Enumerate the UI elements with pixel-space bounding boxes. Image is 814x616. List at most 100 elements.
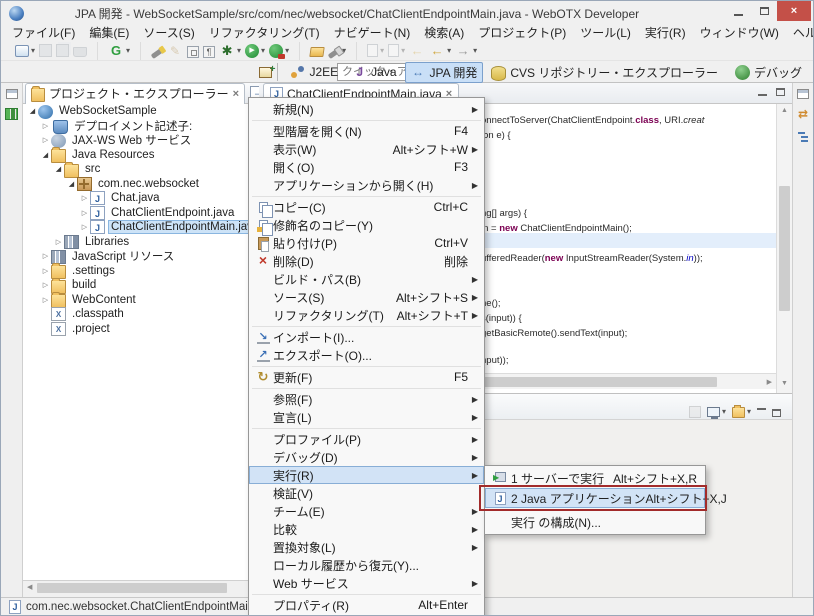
open-perspective-icon[interactable] xyxy=(259,67,272,78)
tree-expander-icon[interactable]: ◢ xyxy=(40,151,51,159)
debug-toolbar-icon[interactable]: ✱▾ xyxy=(219,43,241,59)
menu-item-貼り付けP[interactable]: 貼り付け(P)Ctrl+V xyxy=(249,234,484,252)
tree-item[interactable]: ▷WebContent xyxy=(23,293,258,308)
scroll-up-icon[interactable]: ▲ xyxy=(781,107,788,114)
dropdown-arrow-icon[interactable]: ▾ xyxy=(261,46,265,55)
tree-expander-icon[interactable]: ▷ xyxy=(40,136,51,144)
perspective-jpa-開発[interactable]: ↔JPA 開発 xyxy=(405,62,484,83)
menu-item-エクスポートO[interactable]: ↗エクスポート(O)... xyxy=(249,346,484,364)
dropdown-arrow-icon[interactable]: ▾ xyxy=(126,46,130,55)
coverage-icon[interactable]: ▾ xyxy=(269,43,289,58)
close-window-button[interactable]: × xyxy=(777,1,811,21)
scroll-left-icon[interactable]: ◀ xyxy=(27,583,32,591)
menu-item-比較[interactable]: 比較▶ xyxy=(249,520,484,538)
menu-item-リファクタリングT[interactable]: リファクタリング(T)Alt+シフト+T▶ xyxy=(249,306,484,324)
menubar-item[interactable]: ヘルプ(H) xyxy=(786,25,814,41)
submenu-item-1サーバーで実行[interactable]: 1 サーバーで実行Alt+シフト+X,R xyxy=(485,468,705,488)
menu-item-コピーC[interactable]: コピー(C)Ctrl+C xyxy=(249,198,484,216)
close-icon[interactable]: × xyxy=(233,88,239,100)
new-wizard-icon[interactable]: ▾ xyxy=(15,45,35,57)
open-resource-icon[interactable] xyxy=(310,44,324,57)
tree-item[interactable]: ▷build xyxy=(23,278,258,293)
menubar-item[interactable]: ファイル(F) xyxy=(5,25,82,41)
tree-item[interactable]: X.classpath xyxy=(23,307,258,322)
menu-item-参照F[interactable]: 参照(F)▶ xyxy=(249,390,484,408)
open-console-icon[interactable]: ▾ xyxy=(732,406,751,418)
scrollbar-thumb[interactable] xyxy=(481,377,717,387)
dropdown-arrow-icon[interactable]: ▾ xyxy=(401,46,405,55)
tree-item[interactable]: ▷JChatClientEndpointMain.java xyxy=(23,220,258,235)
menu-item-ソースS[interactable]: ソース(S)Alt+シフト+S▶ xyxy=(249,288,484,306)
tree-expander-icon[interactable]: ◢ xyxy=(27,107,38,115)
tree-expander-icon[interactable]: ▷ xyxy=(40,122,51,130)
scrollbar-thumb[interactable] xyxy=(779,186,790,311)
menu-item-開くO[interactable]: 開く(O)F3 xyxy=(249,158,484,176)
tree-item[interactable]: ◢com.nec.websocket xyxy=(23,177,258,192)
dropdown-arrow-icon[interactable]: ▾ xyxy=(473,46,477,55)
menubar-item[interactable]: 編集(E) xyxy=(82,25,136,41)
menubar-item[interactable]: ツール(L) xyxy=(573,25,638,41)
maximize-icon[interactable] xyxy=(772,406,781,417)
menu-item-Webサービス[interactable]: Web サービス▶ xyxy=(249,574,484,592)
tree-item[interactable]: ▷JChat.java xyxy=(23,191,258,206)
scroll-down-icon[interactable]: ▼ xyxy=(781,380,788,387)
menu-item-更新F[interactable]: ↻更新(F)F5 xyxy=(249,368,484,386)
tree-expander-icon[interactable]: ▷ xyxy=(40,252,51,260)
maximize-window-button[interactable] xyxy=(751,1,777,21)
tree-expander-icon[interactable]: ◢ xyxy=(66,180,77,188)
submenu-item-2Javaアプリケーション[interactable]: J2 Java アプリケーションAlt+シフト+X,J xyxy=(485,488,705,508)
webotx-deploy-icon[interactable]: G▾ xyxy=(108,43,130,59)
restore-pane-icon[interactable] xyxy=(6,86,18,100)
menu-item-宣言L[interactable]: 宣言(L)▶ xyxy=(249,408,484,426)
dropdown-arrow-icon[interactable]: ▾ xyxy=(285,46,289,55)
tree-item[interactable]: ▷JavaScript リソース xyxy=(23,249,258,264)
maximize-icon[interactable] xyxy=(774,86,786,98)
menu-item-置換対象L[interactable]: 置換対象(L)▶ xyxy=(249,538,484,556)
menu-item-ローカル履歴から復元Y[interactable]: ローカル履歴から復元(Y)... xyxy=(249,556,484,574)
tree-item[interactable]: ▷JChatClientEndpoint.java xyxy=(23,206,258,221)
menu-item-実行R[interactable]: 実行(R)▶ xyxy=(249,466,484,484)
project-explorer-hscrollbar[interactable]: ◀ xyxy=(23,580,259,594)
show-whitespace-icon[interactable]: ¶ xyxy=(203,44,215,58)
tree-item[interactable]: ▷JAX-WS Web サービス xyxy=(23,133,258,148)
menu-item-プロファイルP[interactable]: プロファイル(P)▶ xyxy=(249,430,484,448)
menu-item-新規N[interactable]: 新規(N)▶ xyxy=(249,100,484,118)
dropdown-arrow-icon[interactable]: ▾ xyxy=(722,407,726,416)
menu-item-アプリケーションから開くH[interactable]: アプリケーションから開く(H)▶ xyxy=(249,176,484,194)
tree-expander-icon[interactable]: ▷ xyxy=(79,209,90,217)
menubar-item[interactable]: ナビゲート(N) xyxy=(327,25,418,41)
perspective-java[interactable]: JJava xyxy=(346,63,402,82)
flashlight-icon[interactable] xyxy=(151,45,163,56)
perspective-j2ee[interactable]: J2EE xyxy=(284,63,344,82)
scroll-right-icon[interactable]: ▶ xyxy=(767,378,772,386)
menubar-item[interactable]: 検索(A) xyxy=(417,25,471,41)
menu-item-インポートI[interactable]: ↘インポート(I)... xyxy=(249,328,484,346)
run-toolbar-icon[interactable]: ▶▾ xyxy=(245,43,265,58)
editor-vscrollbar[interactable]: ▲ ▼ xyxy=(776,104,792,393)
tree-expander-icon[interactable]: ▷ xyxy=(40,267,51,275)
menu-item-ビルド・パスB[interactable]: ビルド・パス(B)▶ xyxy=(249,270,484,288)
perspective-cvs-リポジトリー・エクスプローラー[interactable]: CVS リポジトリー・エクスプローラー xyxy=(485,62,724,83)
menu-item-プロパティR[interactable]: プロパティ(R)Alt+Enter xyxy=(249,596,484,614)
minimize-icon[interactable] xyxy=(756,86,768,98)
tree-expander-icon[interactable]: ◢ xyxy=(53,165,64,173)
menu-item-型階層を開くN[interactable]: 型階層を開く(N)F4 xyxy=(249,122,484,140)
sync-view-icon[interactable]: ⇄ xyxy=(795,106,811,122)
menu-item-検証V[interactable]: 検証(V) xyxy=(249,484,484,502)
back-icon[interactable]: ←▾ xyxy=(429,43,451,59)
tree-item[interactable]: ▷.settings xyxy=(23,264,258,279)
tree-expander-icon[interactable]: ▷ xyxy=(79,223,90,231)
outline-view-icon[interactable] xyxy=(797,128,809,142)
scrollbar-thumb[interactable] xyxy=(37,583,227,593)
tree-expander-icon[interactable]: ▷ xyxy=(53,238,64,246)
menu-item-チームE[interactable]: チーム(E)▶ xyxy=(249,502,484,520)
restore-pane-icon[interactable] xyxy=(797,86,809,100)
menubar-item[interactable]: ウィンドウ(W) xyxy=(693,25,786,41)
tab-project-explorer[interactable]: プロジェクト・エクスプローラー × xyxy=(25,83,245,104)
minimize-window-button[interactable] xyxy=(725,1,751,21)
tree-expander-icon[interactable]: ▷ xyxy=(79,194,90,202)
perspective-デバッグ[interactable]: デバッグ xyxy=(726,62,808,83)
minimize-icon[interactable] xyxy=(757,399,766,424)
dropdown-arrow-icon[interactable]: ▾ xyxy=(447,46,451,55)
tree-item[interactable]: X.project xyxy=(23,322,258,337)
